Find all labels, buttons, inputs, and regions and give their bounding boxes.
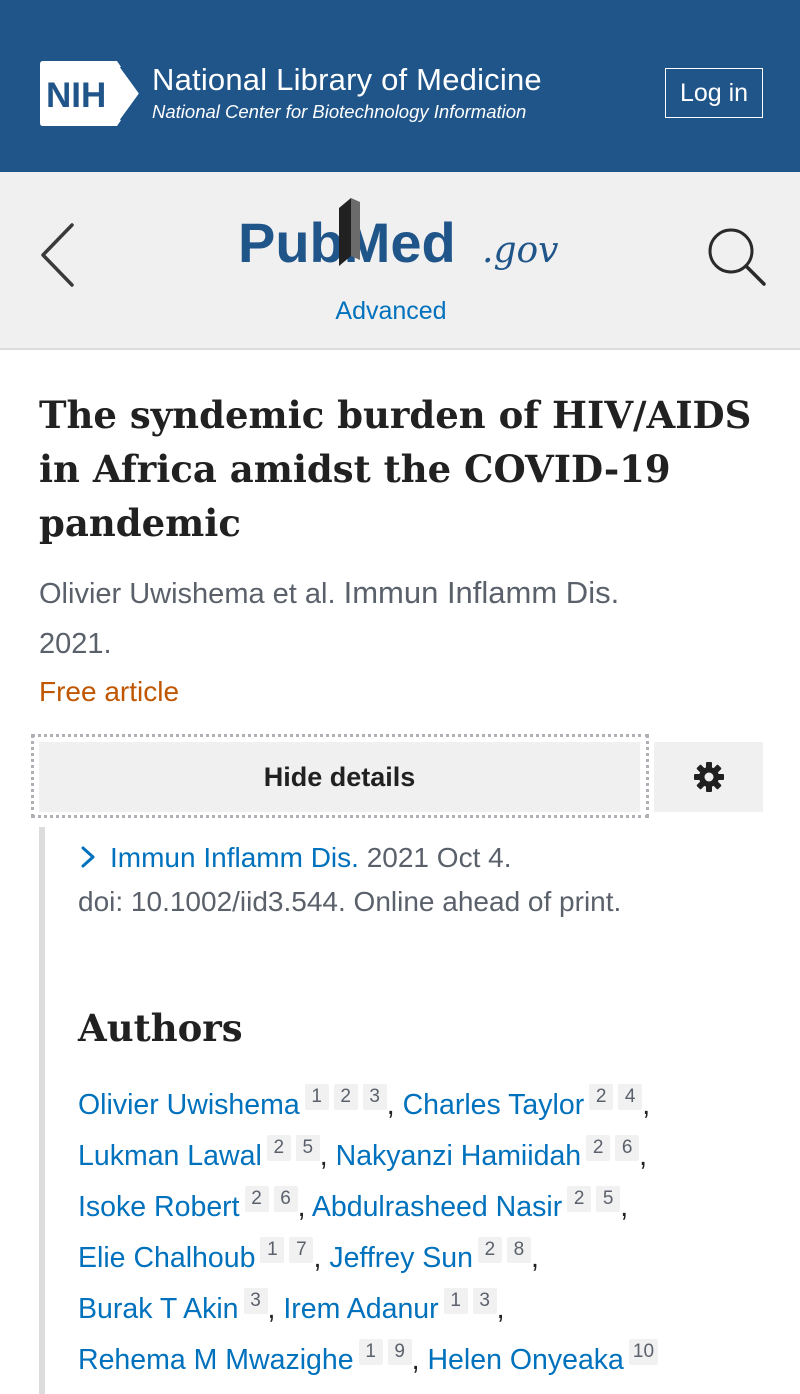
affiliation-number[interactable]: 5 <box>295 1135 320 1161</box>
author-row: Burak T Akin 3, Irem Adanur 1 3, <box>78 1284 778 1335</box>
search-icon[interactable] <box>706 226 766 286</box>
affiliation-number[interactable]: 2 <box>567 1186 592 1212</box>
pubmed-header: PubMed .gov Advanced <box>0 172 800 350</box>
author-separator: , <box>297 1191 306 1223</box>
author-separator: , <box>267 1293 276 1325</box>
affiliation-number[interactable]: 1 <box>304 1084 329 1110</box>
author-separator: , <box>386 1089 395 1121</box>
author-link[interactable]: Burak T Akin <box>78 1293 239 1325</box>
advanced-search-link[interactable]: Advanced <box>0 297 782 326</box>
affiliation-number[interactable]: 2 <box>477 1237 502 1263</box>
gear-icon <box>693 762 724 792</box>
citation-journal: Immun Inflamm Dis. <box>343 575 620 610</box>
display-options-button[interactable] <box>654 742 763 812</box>
affiliation-number[interactable]: 3 <box>472 1288 497 1314</box>
journal-date: 2021 Oct 4. <box>366 842 512 873</box>
affiliation-number[interactable]: 2 <box>333 1084 358 1110</box>
author-separator: , <box>313 1242 322 1274</box>
journal-citation: Immun Inflamm Dis. 2021 Oct 4. <box>78 834 511 882</box>
details-panel-border <box>39 827 45 1394</box>
affiliation-number[interactable]: 1 <box>260 1237 285 1263</box>
affiliation-number[interactable]: 6 <box>273 1186 298 1212</box>
nih-header: NIH National Library of Medicine Nationa… <box>0 0 800 172</box>
author-link[interactable]: Elie Chalhoub <box>78 1242 255 1274</box>
author-separator: , <box>530 1242 539 1274</box>
author-row: Elie Chalhoub 1 7, Jeffrey Sun 2 8, <box>78 1233 778 1284</box>
affiliation-number[interactable]: 2 <box>586 1135 611 1161</box>
affiliation-number[interactable]: 2 <box>266 1135 291 1161</box>
affiliation-number[interactable]: 3 <box>362 1084 387 1110</box>
author-link[interactable]: Isoke Robert <box>78 1191 240 1223</box>
pubmed-logo[interactable]: PubMed .gov <box>238 190 568 290</box>
author-link[interactable]: Lukman Lawal <box>78 1140 262 1172</box>
author-link[interactable]: Charles Taylor <box>403 1089 585 1121</box>
hide-details-button[interactable]: Hide details <box>39 742 640 812</box>
author-separator: , <box>411 1344 420 1376</box>
author-separator: , <box>639 1140 648 1172</box>
citation-authors: Olivier Uwishema et al. <box>39 578 336 610</box>
citation-year: 2021. <box>39 628 112 660</box>
author-link[interactable]: Nakyanzi Hamiidah <box>336 1140 582 1172</box>
affiliation-number[interactable]: 2 <box>244 1186 269 1212</box>
nih-logo[interactable]: NIH <box>39 60 141 127</box>
author-row: Rehema M Mwazighe 1 9, Helen Onyeaka 10 <box>78 1335 778 1386</box>
back-chevron-icon[interactable] <box>38 222 78 288</box>
authors-heading: Authors <box>78 1006 243 1050</box>
author-link[interactable]: Olivier Uwishema <box>78 1089 300 1121</box>
affiliation-number[interactable]: 8 <box>506 1237 531 1263</box>
author-link[interactable]: Jeffrey Sun <box>329 1242 473 1274</box>
affiliation-number[interactable]: 9 <box>387 1339 412 1365</box>
affiliation-number[interactable]: 3 <box>243 1288 268 1314</box>
author-separator: , <box>319 1140 328 1172</box>
ncbi-subtitle: National Center for Biotechnology Inform… <box>152 101 527 122</box>
free-article-label: Free article <box>39 676 180 707</box>
svg-text:NIH: NIH <box>46 76 106 115</box>
author-separator: , <box>620 1191 629 1223</box>
author-row: Lukman Lawal 2 5, Nakyanzi Hamiidah 2 6, <box>78 1131 778 1182</box>
article-title: The syndemic burden of HIV/AIDS in Afric… <box>39 393 752 545</box>
affiliation-number[interactable]: 7 <box>289 1237 314 1263</box>
affiliation-number[interactable]: 1 <box>358 1339 383 1365</box>
author-link[interactable]: Irem Adanur <box>283 1293 438 1325</box>
affiliation-number[interactable]: 10 <box>628 1339 659 1365</box>
author-link[interactable]: Abdulrasheed Nasir <box>312 1191 562 1223</box>
affiliation-number[interactable]: 2 <box>589 1084 614 1110</box>
author-separator: , <box>496 1293 505 1325</box>
affiliation-number[interactable]: 4 <box>618 1084 643 1110</box>
affiliation-number[interactable]: 1 <box>443 1288 468 1314</box>
short-citation: Olivier Uwishema et al. Immun Inflamm Di… <box>39 568 739 669</box>
nlm-title[interactable]: National Library of Medicine <box>152 62 542 98</box>
doi-line: doi: 10.1002/iid3.544. Online ahead of p… <box>78 886 622 917</box>
authors-list: Olivier Uwishema 1 2 3, Charles Taylor 2 4, L… <box>78 1080 778 1386</box>
author-row: Isoke Robert 2 6, Abdulrasheed Nasir 2 5, <box>78 1182 778 1233</box>
journal-link[interactable]: Immun Inflamm Dis. <box>110 842 359 873</box>
login-button[interactable]: Log in <box>665 68 763 118</box>
affiliation-number[interactable]: 6 <box>615 1135 640 1161</box>
chevron-right-icon[interactable] <box>78 845 98 869</box>
svg-text:.gov: .gov <box>482 230 559 271</box>
author-row: Olivier Uwishema 1 2 3, Charles Taylor 2 4, <box>78 1080 778 1131</box>
affiliation-number[interactable]: 5 <box>596 1186 621 1212</box>
author-separator: , <box>642 1089 651 1121</box>
author-link[interactable]: Rehema M Mwazighe <box>78 1344 354 1376</box>
author-link[interactable]: Helen Onyeaka <box>427 1344 623 1376</box>
